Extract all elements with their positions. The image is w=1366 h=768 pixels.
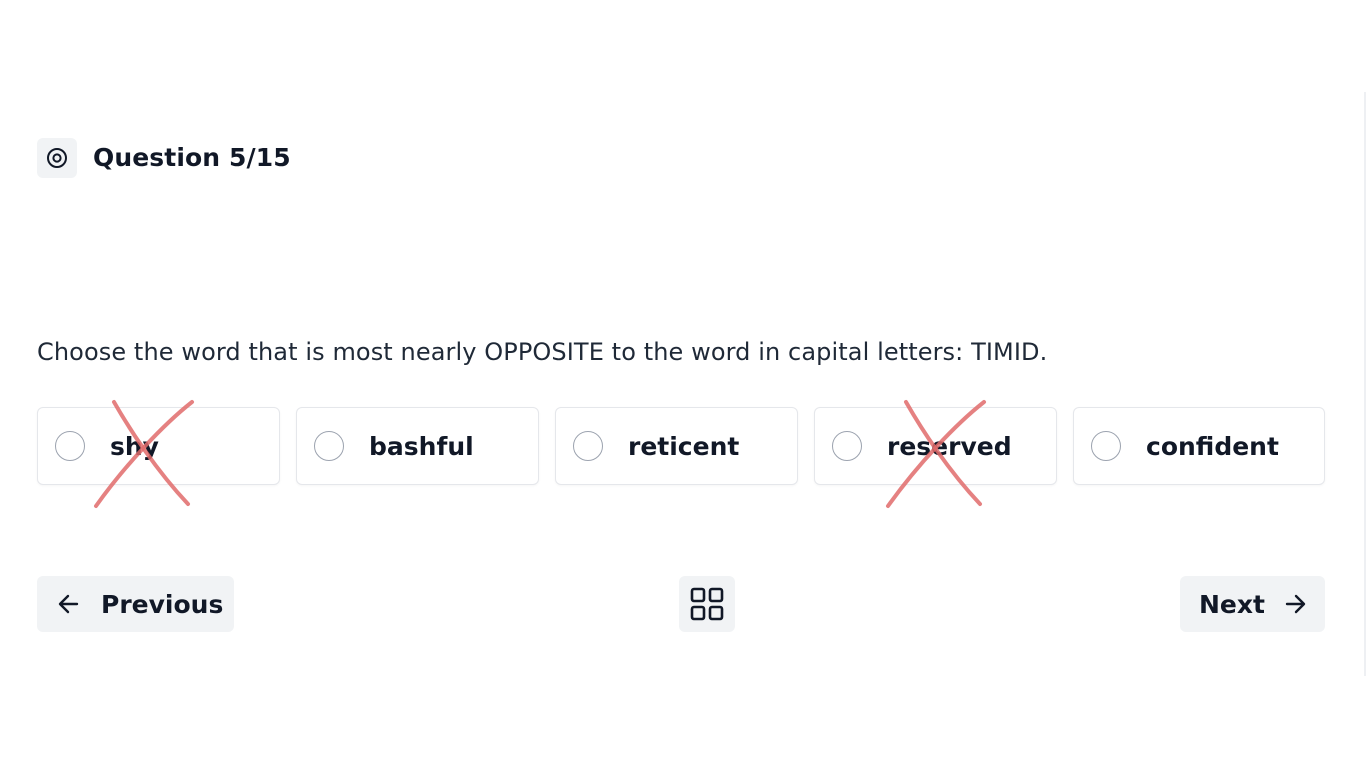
target-icon — [37, 137, 77, 178]
option-label: shy — [110, 432, 159, 461]
option-bashful[interactable]: bashful — [296, 407, 539, 485]
option-label: reserved — [887, 432, 1012, 461]
previous-label: Previous — [101, 589, 224, 619]
radio-button[interactable] — [55, 431, 85, 461]
option-confident[interactable]: confident — [1073, 407, 1325, 485]
arrow-left-icon — [58, 594, 79, 614]
grid-icon — [690, 587, 724, 621]
option-label: bashful — [369, 432, 474, 461]
question-prompt: Choose the word that is most nearly OPPO… — [37, 338, 1048, 366]
radio-button[interactable] — [1091, 431, 1121, 461]
radio-button[interactable] — [573, 431, 603, 461]
option-reticent[interactable]: reticent — [555, 407, 798, 485]
option-shy[interactable]: shy — [37, 407, 280, 485]
previous-button[interactable]: Previous — [37, 576, 234, 632]
option-label: confident — [1146, 432, 1279, 461]
answer-options: shy bashful reticent reserved confident — [37, 407, 1325, 487]
option-reserved[interactable]: reserved — [814, 407, 1057, 485]
option-label: reticent — [628, 432, 740, 461]
next-label: Next — [1199, 589, 1265, 619]
radio-button[interactable] — [314, 431, 344, 461]
question-header: Question 5/15 — [37, 137, 291, 178]
radio-button[interactable] — [832, 431, 862, 461]
next-button[interactable]: Next — [1180, 576, 1325, 632]
question-counter: Question 5/15 — [93, 143, 291, 172]
arrow-right-icon — [1285, 594, 1306, 614]
question-grid-button[interactable] — [679, 576, 735, 632]
